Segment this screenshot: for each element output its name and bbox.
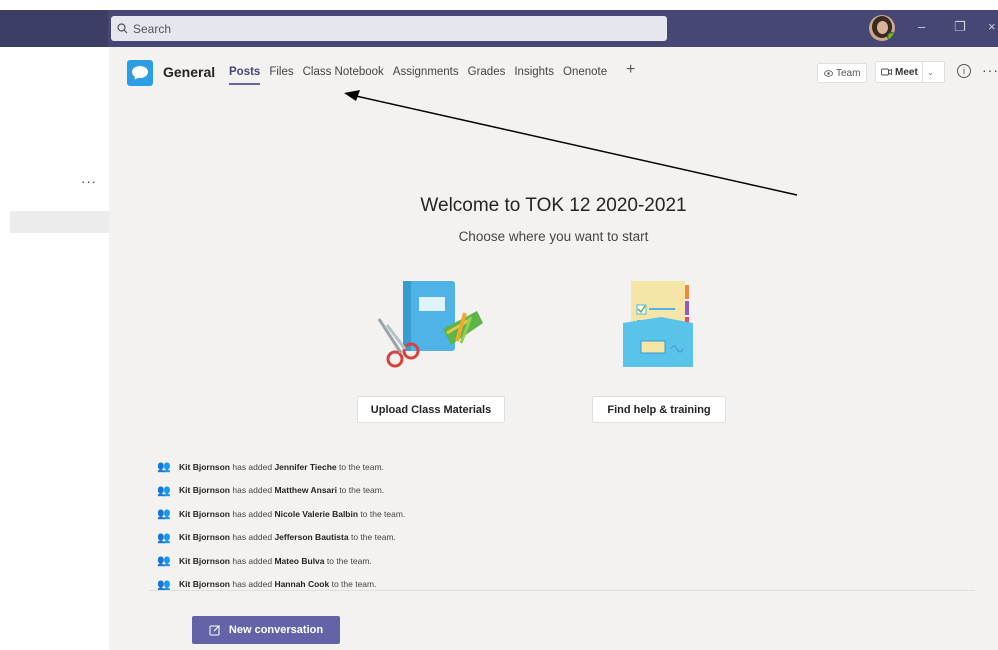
video-camera-icon — [881, 68, 892, 76]
info-icon[interactable]: i — [957, 64, 971, 78]
class-materials-illustration — [377, 281, 483, 368]
channel-header: General Posts Files Class Notebook Assig… — [109, 47, 998, 99]
channel-tabs: Posts Files Class Notebook Assignments G… — [229, 66, 616, 85]
activity-text: Kit Bjornson has added Nicole Valerie Ba… — [179, 508, 406, 519]
new-conversation-label: New conversation — [228, 624, 324, 636]
tab-grades[interactable]: Grades — [468, 66, 506, 78]
channel-main: General Posts Files Class Notebook Assig… — [109, 47, 998, 650]
list-item: 👥 Kit Bjornson has added Mateo Bulva to … — [157, 549, 967, 573]
activity-text: Kit Bjornson has added Matthew Ansari to… — [179, 485, 385, 496]
channel-title: General — [163, 64, 216, 80]
activity-text: Kit Bjornson has added Mateo Bulva to th… — [179, 555, 372, 566]
list-item: 👥 Kit Bjornson has added Jennifer Tieche… — [157, 455, 967, 479]
activity-text: Kit Bjornson has added Hannah Cook to th… — [179, 579, 377, 590]
find-help-training-button[interactable]: Find help & training — [592, 396, 726, 423]
add-member-icon: 👥 — [157, 531, 171, 544]
chevron-down-icon[interactable]: ⌄ — [923, 67, 939, 78]
meet-button-label: Meet — [895, 66, 918, 78]
team-logo-icon — [127, 60, 153, 86]
add-member-icon: 👥 — [157, 578, 171, 591]
help-training-illustration — [623, 281, 693, 367]
list-item: 👥 Kit Bjornson has added Matthew Ansari … — [157, 479, 967, 503]
search-input[interactable]: Search — [111, 16, 667, 41]
close-icon[interactable]: × — [988, 19, 996, 34]
compose-icon — [209, 625, 220, 636]
add-tab-icon[interactable]: + — [626, 61, 635, 79]
search-placeholder: Search — [133, 21, 172, 36]
restore-icon[interactable]: ❐ — [954, 19, 966, 35]
more-options-icon[interactable]: ··· — [982, 62, 998, 78]
tab-posts[interactable]: Posts — [229, 66, 261, 85]
sidebar-selected-channel[interactable] — [10, 211, 109, 233]
activity-text: Kit Bjornson has added Jefferson Bautist… — [179, 532, 396, 543]
new-conversation-button[interactable]: New conversation — [192, 616, 340, 644]
add-member-icon: 👥 — [157, 484, 171, 497]
tab-assignments[interactable]: Assignments — [393, 66, 459, 78]
more-options-icon[interactable]: ··· — [81, 174, 97, 189]
meet-button[interactable]: Meet ⌄ — [875, 61, 945, 83]
team-sidebar: ··· — [0, 47, 109, 650]
list-item: 👥 Kit Bjornson has added Jefferson Bauti… — [157, 526, 967, 550]
minimize-icon[interactable]: – — [918, 19, 925, 34]
add-member-icon: 👥 — [157, 508, 171, 521]
add-member-icon: 👥 — [157, 555, 171, 568]
tab-insights[interactable]: Insights — [514, 66, 554, 78]
title-bar: Search – ❐ × — [0, 10, 998, 47]
list-item: 👥 Kit Bjornson has added Nicole Valerie … — [157, 502, 967, 526]
upload-class-materials-button[interactable]: Upload Class Materials — [357, 396, 505, 423]
tab-files[interactable]: Files — [269, 66, 293, 78]
divider — [149, 590, 975, 591]
search-icon — [117, 23, 128, 34]
activity-feed: 👥 Kit Bjornson has added Jennifer Tieche… — [157, 455, 967, 596]
add-member-icon: 👥 — [157, 461, 171, 474]
team-button-label: Team — [836, 67, 861, 79]
title-bar-left-strip — [0, 10, 108, 47]
welcome-title: Welcome to TOK 12 2020-2021 — [420, 195, 687, 216]
meet-button-main[interactable]: Meet — [876, 62, 923, 82]
avatar-face — [877, 21, 888, 34]
activity-text: Kit Bjornson has added Jennifer Tieche t… — [179, 461, 384, 472]
presence-available-icon — [887, 32, 895, 41]
team-button[interactable]: Team — [817, 63, 868, 83]
tab-onenote[interactable]: Onenote — [563, 66, 607, 78]
list-item: 👥 Kit Bjornson has added Hannah Cook to … — [157, 573, 967, 597]
welcome-subtitle: Choose where you want to start — [458, 229, 649, 244]
avatar[interactable] — [869, 15, 895, 41]
eye-icon — [824, 69, 833, 77]
tab-class-notebook[interactable]: Class Notebook — [303, 66, 384, 78]
